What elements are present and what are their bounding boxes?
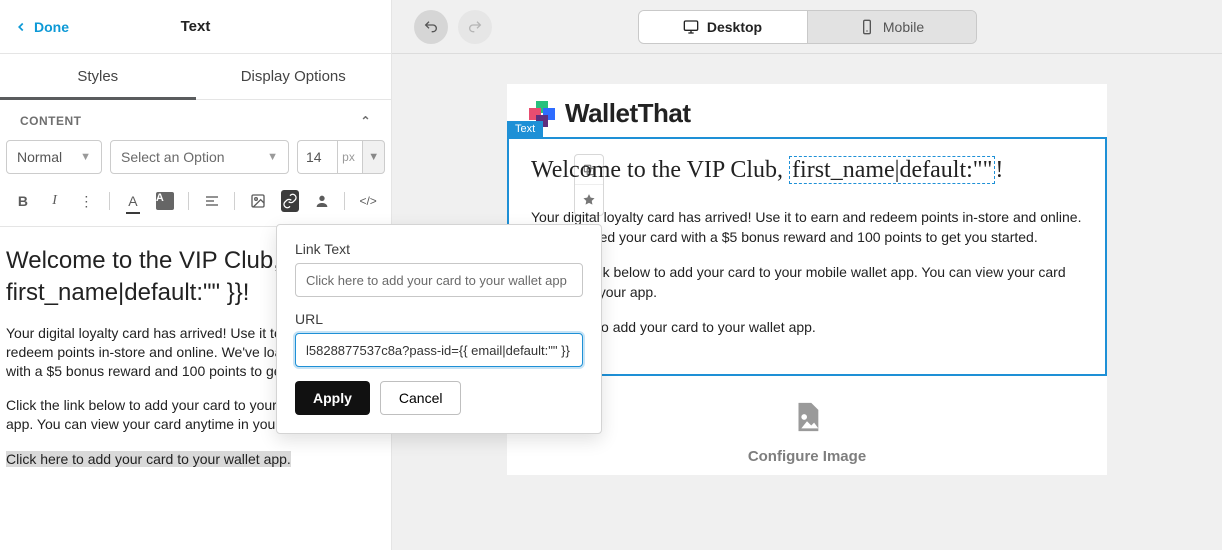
brand-logo: WalletThat xyxy=(507,84,1107,137)
code-view-button[interactable]: </> xyxy=(359,190,377,212)
merge-variable[interactable]: first_name|default:"" xyxy=(789,156,995,184)
arrow-left-icon xyxy=(14,20,28,34)
text-color-button[interactable]: A xyxy=(124,190,142,212)
tab-styles[interactable]: Styles xyxy=(0,54,196,99)
tab-display-options[interactable]: Display Options xyxy=(196,54,392,99)
mobile-icon xyxy=(859,19,875,35)
undo-icon xyxy=(423,19,439,35)
highlight-color-button[interactable]: A xyxy=(156,190,174,212)
link-button[interactable] xyxy=(281,190,299,212)
preview-paragraph: Click here to add your card to your wall… xyxy=(531,318,1083,338)
block-type-tag: Text xyxy=(507,121,543,137)
content-section-toggle[interactable]: CONTENT ⌃ xyxy=(0,100,391,136)
link-text-label: Link Text xyxy=(295,241,583,257)
redo-icon xyxy=(467,19,483,35)
link-popover: Link Text URL Apply Cancel xyxy=(276,224,602,434)
font-size-value[interactable]: 14 xyxy=(297,140,337,174)
done-button[interactable]: Done xyxy=(14,19,69,35)
link-text-input[interactable] xyxy=(295,263,583,297)
chevron-up-icon: ⌃ xyxy=(360,114,371,128)
cancel-button[interactable]: Cancel xyxy=(380,381,462,415)
divider xyxy=(234,192,235,210)
image-icon xyxy=(790,400,824,434)
personalization-button[interactable] xyxy=(313,190,331,212)
image-button[interactable] xyxy=(249,190,267,212)
font-family-select[interactable]: Select an Option▼ xyxy=(110,140,289,174)
brand-name: WalletThat xyxy=(565,98,690,129)
paragraph-style-select[interactable]: Normal▼ xyxy=(6,140,102,174)
done-label: Done xyxy=(34,19,69,35)
image-placeholder-caption: Configure Image xyxy=(507,448,1107,465)
more-format-button[interactable]: ⋮ xyxy=(78,190,96,212)
person-icon xyxy=(314,193,330,209)
preview-heading: Welcome to the VIP Club, first_name|defa… xyxy=(531,157,1083,184)
divider xyxy=(109,192,110,210)
content-section-label: CONTENT xyxy=(20,114,82,128)
image-icon xyxy=(250,193,266,209)
preview-paragraph: Your digital loyalty card has arrived! U… xyxy=(531,208,1083,247)
panel-title: Text xyxy=(181,18,211,35)
align-button[interactable] xyxy=(203,190,221,212)
align-left-icon xyxy=(204,193,220,209)
caret-down-icon: ▼ xyxy=(80,151,91,163)
caret-down-icon[interactable]: ▼ xyxy=(362,140,385,174)
undo-button[interactable] xyxy=(414,10,448,44)
divider xyxy=(344,192,345,210)
link-icon xyxy=(282,193,298,209)
italic-button[interactable]: I xyxy=(46,190,64,212)
desktop-icon xyxy=(683,19,699,35)
divider xyxy=(188,192,189,210)
device-mobile-toggle[interactable]: Mobile xyxy=(808,11,976,43)
caret-down-icon: ▼ xyxy=(267,151,278,163)
bold-button[interactable]: B xyxy=(14,190,32,212)
redo-button xyxy=(458,10,492,44)
url-label: URL xyxy=(295,311,583,327)
editor-paragraph[interactable]: Click here to add your card to your wall… xyxy=(6,450,385,469)
apply-button[interactable]: Apply xyxy=(295,381,370,415)
preview-paragraph: Click the link below to add your card to… xyxy=(531,263,1083,302)
font-size-unit: px xyxy=(337,140,362,174)
device-desktop-toggle[interactable]: Desktop xyxy=(639,11,807,43)
url-input[interactable] xyxy=(295,333,583,367)
font-size-stepper[interactable]: 14 px ▼ xyxy=(297,140,385,174)
